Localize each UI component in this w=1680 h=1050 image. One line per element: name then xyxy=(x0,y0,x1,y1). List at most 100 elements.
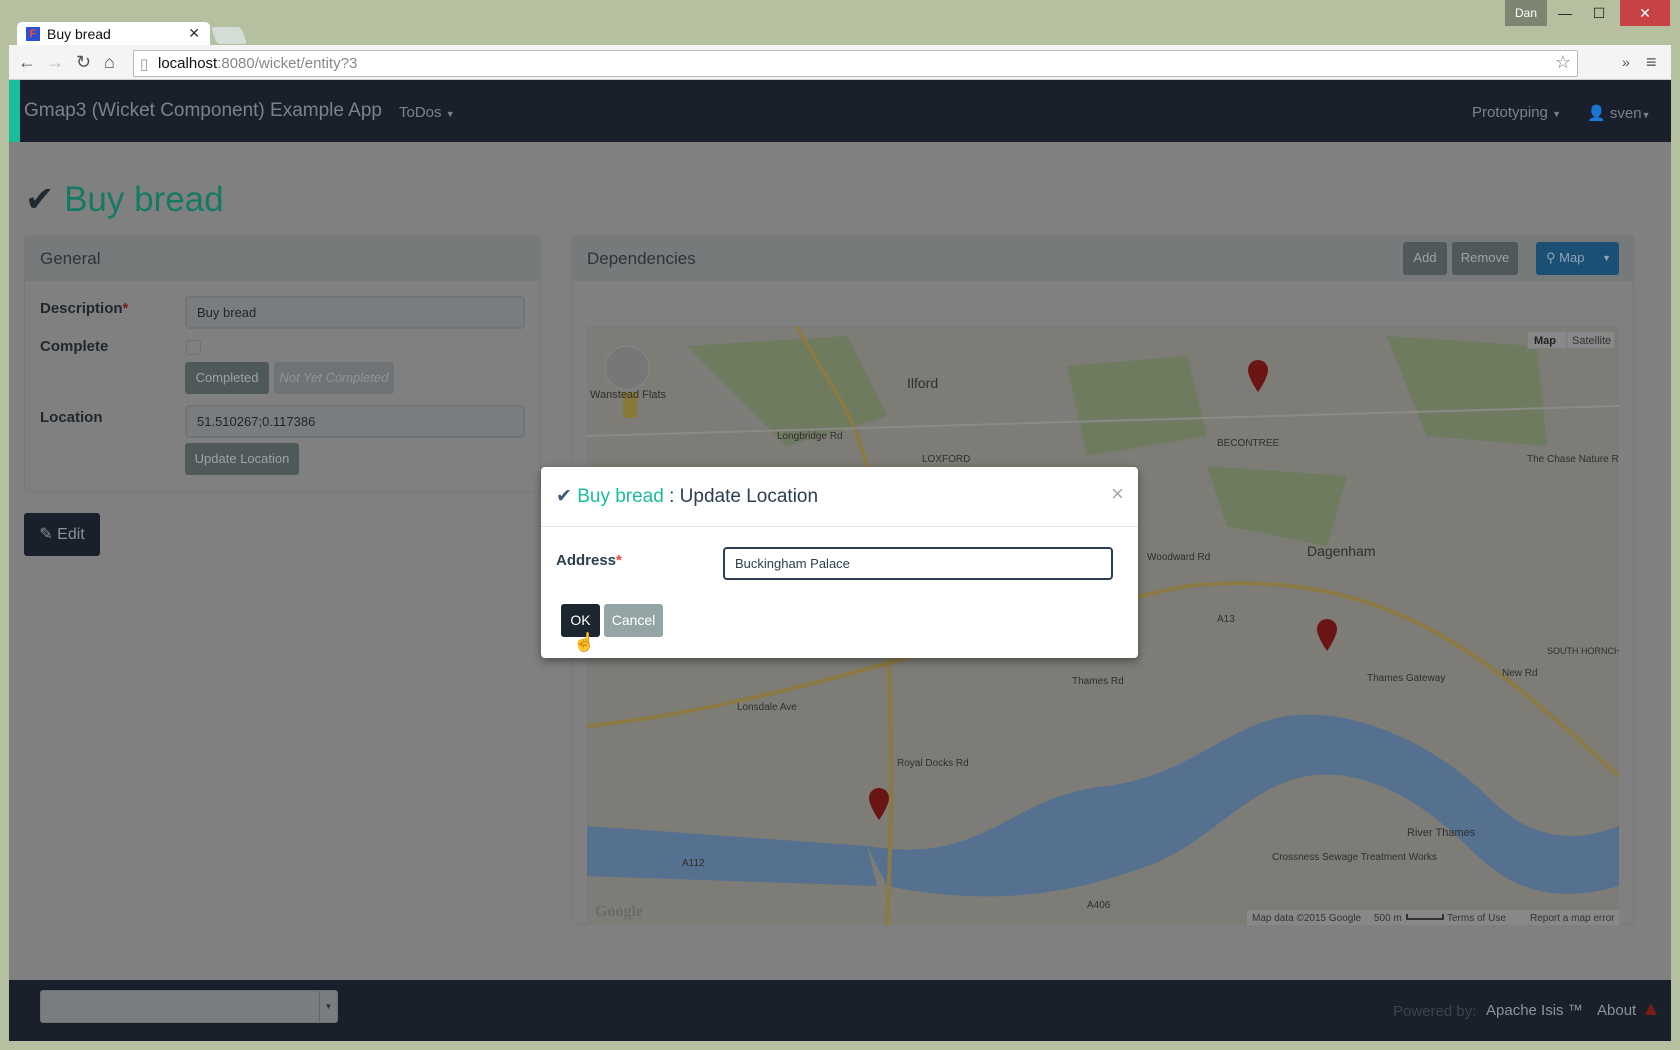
bookmark-star-icon[interactable]: ☆ xyxy=(1555,52,1571,73)
minimize-icon[interactable]: — xyxy=(1550,0,1580,26)
apache-isis-link[interactable]: Apache Isis ™ xyxy=(1486,1002,1583,1019)
maximize-icon[interactable]: ☐ xyxy=(1584,0,1614,26)
dialog-action-title: Update Location xyxy=(679,486,819,507)
map-type-map-label: Map xyxy=(1534,335,1556,347)
location-field[interactable]: 51.510267;0.117386 xyxy=(185,405,525,438)
map-label: SOUTH HORNCHURCH xyxy=(1547,646,1619,656)
menu-prototyping-label: Prototyping xyxy=(1472,104,1548,121)
dialog-title-separator: : xyxy=(663,486,680,507)
edit-button[interactable]: ✎ Edit xyxy=(24,513,100,556)
cancel-button[interactable]: Cancel xyxy=(604,604,663,637)
menu-icon[interactable]: ≡ xyxy=(1646,52,1657,73)
map-label: A112 xyxy=(682,858,705,869)
map-label: A406 xyxy=(1087,900,1111,911)
map-label: LOXFORD xyxy=(922,454,970,465)
select-arrow-icon[interactable]: ▼ xyxy=(319,991,337,1022)
map-label: Royal Docks Rd xyxy=(897,758,969,769)
complete-checkbox[interactable] xyxy=(186,340,201,355)
caret-down-icon: ▼ xyxy=(445,109,455,119)
edit-label: Edit xyxy=(57,526,85,543)
check-icon: ✔ xyxy=(25,180,55,219)
complete-label: Complete xyxy=(40,338,109,355)
map-label: A13 xyxy=(1217,614,1235,625)
remove-button[interactable]: Remove xyxy=(1452,242,1518,275)
warning-icon[interactable]: ▲ xyxy=(1641,998,1661,1021)
menu-todos[interactable]: ToDos ▼ xyxy=(399,104,455,121)
page-title: ✔ Buy bread xyxy=(25,180,224,220)
dialog-entity-link[interactable]: Buy bread xyxy=(577,486,664,507)
address-input[interactable]: Buckingham Palace xyxy=(723,547,1113,580)
map-button[interactable]: ⚲ Map ▼ xyxy=(1536,242,1619,275)
menu-user[interactable]: 👤 sven▼ xyxy=(1587,104,1650,122)
description-field[interactable]: Buy bread xyxy=(185,296,525,329)
required-marker: * xyxy=(122,300,129,317)
map-label: Dagenham xyxy=(1307,543,1376,559)
url-path: :8080/wicket/entity?3 xyxy=(217,55,358,72)
address-label-text: Address xyxy=(556,552,617,569)
address-label: Address* xyxy=(556,552,622,569)
description-label-text: Description xyxy=(40,300,123,317)
update-location-button[interactable]: Update Location xyxy=(185,443,299,475)
reload-icon[interactable]: ↻ xyxy=(76,52,91,73)
caret-down-icon: ▼ xyxy=(1552,109,1561,119)
forward-icon[interactable]: → xyxy=(46,52,64,73)
close-window-icon[interactable]: ✕ xyxy=(1620,0,1670,26)
dialog-title: ✔ Buy bread : Update Location xyxy=(556,485,818,508)
map-label: New Rd xyxy=(1502,668,1538,679)
favicon-icon: F xyxy=(26,27,40,41)
map-label: Woodward Rd xyxy=(1147,552,1210,563)
map-type-satellite-label: Satellite xyxy=(1572,335,1611,347)
powered-by-label: Powered by: xyxy=(1393,1003,1477,1020)
browser-tab[interactable]: F Buy bread ✕ xyxy=(17,22,210,46)
check-icon: ✔ xyxy=(556,486,572,507)
home-icon[interactable]: ⌂ xyxy=(104,52,115,73)
close-tab-icon[interactable]: ✕ xyxy=(188,25,200,42)
map-label: River Thames xyxy=(1407,827,1476,839)
description-label: Description* xyxy=(40,300,128,317)
map-label: The Chase Nature Reserve xyxy=(1527,454,1619,465)
caret-down-icon: ▼ xyxy=(1641,110,1651,120)
extensions-chevron-icon[interactable]: » xyxy=(1622,54,1630,70)
location-label: Location xyxy=(40,409,103,426)
map-label: Lonsdale Ave xyxy=(737,702,797,713)
map-label: BECONTREE xyxy=(1217,438,1280,449)
map-terms-link[interactable]: Terms of Use xyxy=(1447,913,1506,924)
general-heading: General xyxy=(25,236,540,281)
map-pan-control[interactable] xyxy=(604,345,650,391)
map-button-label: Map xyxy=(1559,250,1585,265)
about-link[interactable]: About xyxy=(1597,1002,1636,1019)
map-scale: 500 m xyxy=(1374,913,1402,924)
back-icon[interactable]: ← xyxy=(18,52,36,73)
update-location-dialog: ✔ Buy bread : Update Location × Address*… xyxy=(541,467,1138,658)
address-bar[interactable]: ▯ localhost:8080/wicket/entity?3 ☆ xyxy=(133,50,1578,77)
footer-select[interactable]: ▼ xyxy=(40,990,338,1023)
google-logo: Google xyxy=(595,903,643,920)
map-label: Thames Gateway xyxy=(1367,673,1445,684)
hand-cursor-icon: ☝ xyxy=(573,632,596,652)
map-label: Thames Rd xyxy=(1072,676,1124,687)
close-icon[interactable]: × xyxy=(1111,481,1124,507)
user-badge[interactable]: Dan xyxy=(1505,0,1547,26)
menu-todos-label: ToDos xyxy=(399,104,442,121)
tab-title: Buy bread xyxy=(47,26,111,42)
page-icon: ▯ xyxy=(140,56,149,73)
dialog-divider xyxy=(541,526,1138,527)
add-button[interactable]: Add xyxy=(1403,242,1447,275)
map-marker-icon: ⚲ xyxy=(1546,250,1556,265)
completed-button[interactable]: Completed xyxy=(185,362,269,394)
map-label: Crossness Sewage Treatment Works xyxy=(1272,852,1437,863)
map-attribution: Map data ©2015 Google xyxy=(1252,913,1362,924)
map-label: Ilford xyxy=(907,375,938,391)
accent-strip xyxy=(9,80,20,142)
page-title-text: Buy bread xyxy=(64,180,224,219)
map-label: Wanstead Flats xyxy=(590,389,667,401)
not-yet-completed-button[interactable]: Not Yet Completed xyxy=(274,362,394,394)
app-brand[interactable]: Gmap3 (Wicket Component) Example App xyxy=(24,100,382,122)
map-report-link[interactable]: Report a map error xyxy=(1530,913,1615,924)
menu-prototyping[interactable]: Prototyping ▼ xyxy=(1472,104,1561,121)
required-marker: * xyxy=(616,552,622,569)
url-host: localhost xyxy=(158,55,218,72)
new-tab-button[interactable] xyxy=(210,27,248,44)
menu-user-label: sven xyxy=(1609,105,1642,122)
caret-down-icon[interactable]: ▼ xyxy=(1602,253,1611,263)
